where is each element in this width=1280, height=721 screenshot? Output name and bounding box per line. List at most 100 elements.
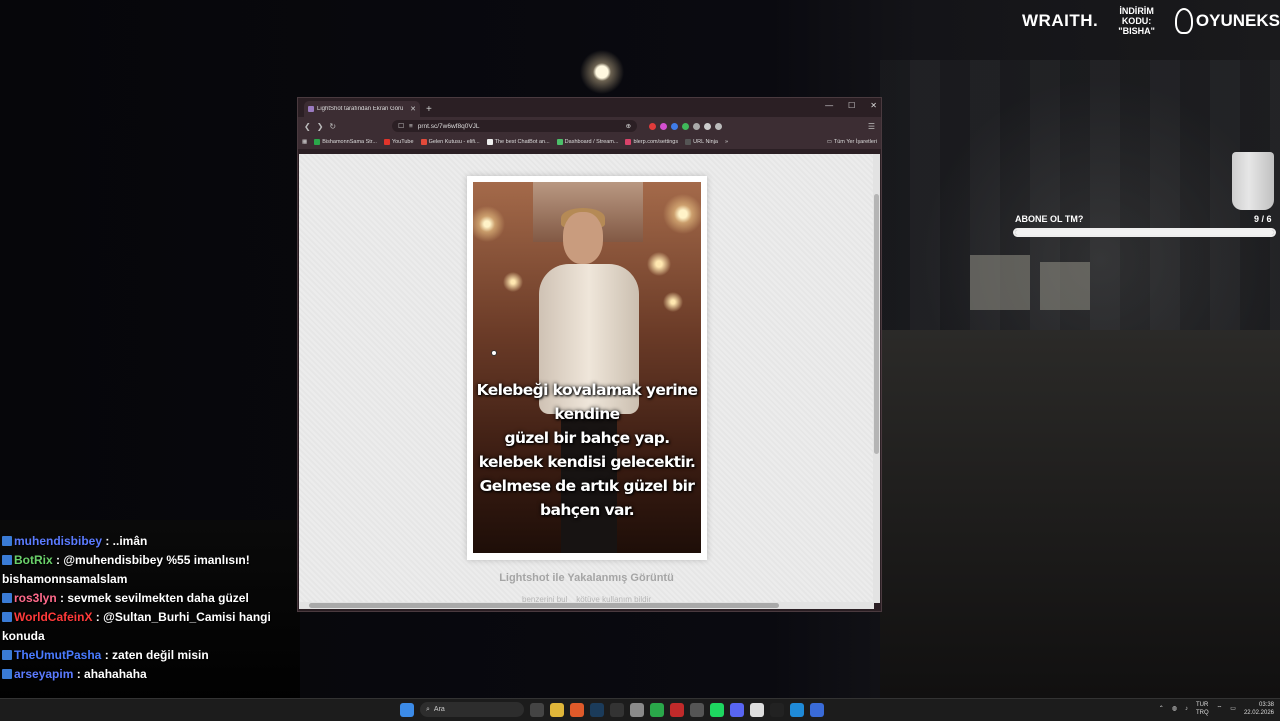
browser-toolbar: ❮ ❯ ↻ ☐ ≡ prnt.sc/7w6wf8q0VJL ⊕ ☰: [298, 117, 881, 135]
reload-icon[interactable]: ↻: [329, 122, 336, 131]
app-icon[interactable]: [670, 702, 684, 717]
lightshot-caption: Lightshot ile Yakalanmış Görüntü: [499, 572, 674, 584]
discord-icon[interactable]: [730, 702, 744, 717]
clock[interactable]: 03:38 22.02.2026: [1244, 701, 1274, 717]
chat-badge-icon: [2, 650, 12, 660]
bookmark-item[interactable]: Dashboard / Stream...: [556, 139, 619, 145]
chat-text: : ahahahaha: [73, 667, 147, 681]
window-controls: — ☐ ✕: [825, 101, 877, 110]
chat-username[interactable]: WorldCafeinX: [14, 610, 92, 624]
spotify-icon[interactable]: [710, 702, 724, 717]
start-icon[interactable]: [400, 702, 414, 717]
bookmark-item[interactable]: YouTube: [383, 139, 414, 145]
zoom-icon[interactable]: ⊕: [626, 122, 631, 130]
sub-goal-fill: [1015, 230, 1274, 235]
scroll-thumb[interactable]: [309, 603, 779, 608]
bookmark-item[interactable]: URL Ninja: [685, 139, 718, 145]
chat-message: muhendisbibey : ..imân: [2, 532, 292, 551]
bookmark-item[interactable]: Gelen Kutusu - elifi...: [420, 139, 480, 145]
app-icon[interactable]: [610, 702, 624, 717]
chat-username[interactable]: arseyapim: [14, 667, 73, 681]
oyuneks-logo-icon: [1174, 8, 1193, 34]
brave-browser-icon[interactable]: [570, 702, 584, 717]
edge-icon[interactable]: [790, 702, 804, 717]
extension-icon[interactable]: [704, 122, 712, 130]
app-icon[interactable]: [810, 702, 824, 717]
forward-icon[interactable]: ❯: [317, 122, 324, 131]
bookmark-label: BishamonnSama Str...: [322, 139, 377, 145]
taskbar-search[interactable]: ⌕ Ara: [420, 702, 524, 717]
extensions: [649, 122, 723, 130]
apps-icon[interactable]: ▦: [302, 139, 307, 145]
bookmark-item[interactable]: BishamonnSama Str...: [314, 139, 377, 145]
address-bar[interactable]: ☐ ≡ prnt.sc/7w6wf8q0VJL ⊕: [392, 120, 638, 132]
folder-label: Tüm Yer İşaretleri: [833, 139, 877, 145]
windows-taskbar: ⌕ Ara ⌃ ◍ ♪ TUR TRQ ⌔ ▭ 03:38 22.02.2026: [0, 698, 1280, 721]
scroll-thumb[interactable]: [874, 194, 879, 454]
file-explorer-icon[interactable]: [550, 702, 564, 717]
chat-badge-icon: [2, 536, 12, 546]
bookmark-favicon-icon: [314, 139, 321, 145]
steam-icon[interactable]: [590, 702, 604, 717]
language-indicator[interactable]: TUR TRQ: [1196, 701, 1209, 717]
obs-icon[interactable]: [630, 702, 644, 717]
chat-badge-icon: [2, 593, 12, 603]
sponsor-brand: WRAITH.: [1022, 11, 1099, 30]
background-building: [880, 60, 1280, 360]
bookmark-item[interactable]: The best ChatBot an...: [486, 139, 550, 145]
bookmark-favicon-icon: [383, 139, 390, 145]
task-view-icon[interactable]: [530, 702, 544, 717]
stream-chat: muhendisbibey : ..imân BotRix : @muhendis…: [2, 532, 292, 684]
chat-username[interactable]: muhendisbibey: [14, 534, 102, 548]
chat-username[interactable]: ros3lyn: [14, 591, 57, 605]
xbox-icon[interactable]: [650, 702, 664, 717]
taskbar-apps: ⌕ Ara: [400, 702, 824, 717]
volume-icon[interactable]: ♪: [1185, 705, 1188, 713]
back-icon[interactable]: ❮: [304, 122, 311, 131]
extension-icon[interactable]: [660, 122, 668, 130]
chat-message: BotRix : @muhendisbibey %55 imanlısın! b…: [2, 551, 292, 589]
screenshot-image[interactable]: Kelebeği kovalamak yerine kendine güzel b…: [473, 182, 701, 553]
notepad-icon[interactable]: [750, 702, 764, 717]
wifi-icon[interactable]: ⌔: [1217, 705, 1223, 713]
extension-icon[interactable]: [649, 122, 657, 130]
keyboard-layout: TRQ: [1195, 710, 1209, 716]
maximize-icon[interactable]: ☐: [848, 101, 855, 110]
chat-badge-icon: [2, 555, 12, 565]
battery-icon[interactable]: ▭: [1230, 705, 1236, 713]
network-icon[interactable]: ◍: [1172, 705, 1177, 713]
bookmark-favicon-icon: [556, 139, 563, 145]
mouse-cursor-icon: [491, 350, 497, 356]
background-window: [970, 255, 1030, 310]
chat-username[interactable]: BotRix: [14, 553, 53, 567]
bookmark-label: URL Ninja: [693, 139, 718, 145]
horizontal-scrollbar[interactable]: [299, 602, 874, 609]
bookmark-item[interactable]: blerp.com/settings: [625, 139, 678, 145]
bookmark-star-icon[interactable]: ☐: [398, 122, 404, 130]
minimize-icon[interactable]: —: [825, 101, 833, 110]
bookmark-label: Dashboard / Stream...: [564, 139, 619, 145]
url-text: prnt.sc/7w6wf8q0VJL: [417, 122, 480, 130]
site-info-icon[interactable]: ≡: [409, 123, 413, 130]
clock-time: 03:38: [1258, 702, 1274, 708]
bookmark-label: Gelen Kutusu - elifi...: [428, 139, 480, 145]
extension-icon[interactable]: [693, 122, 701, 130]
chat-username[interactable]: TheUmutPasha: [14, 648, 101, 662]
new-tab-button[interactable]: +: [426, 104, 432, 115]
vertical-scrollbar[interactable]: [873, 154, 880, 603]
clock-date: 22.02.2026: [1243, 710, 1274, 716]
extension-icon[interactable]: [715, 122, 723, 130]
tab-lightshot[interactable]: LightShot tarafından Ekran Görü ✕: [304, 101, 420, 117]
quote-line: kelebek kendisi gelecektir.: [478, 453, 696, 471]
extension-icon[interactable]: [671, 122, 679, 130]
bookmarks-overflow-icon[interactable]: »: [725, 139, 728, 145]
extension-icon[interactable]: [682, 122, 690, 130]
capcut-icon[interactable]: [770, 702, 784, 717]
all-bookmarks-folder[interactable]: ▭ Tüm Yer İşaretleri: [827, 139, 877, 145]
app-icon[interactable]: [690, 702, 704, 717]
menu-icon[interactable]: ☰: [868, 122, 875, 131]
tray-chevron-icon[interactable]: ⌃: [1159, 705, 1164, 713]
tab-close-icon[interactable]: ✕: [410, 105, 416, 113]
close-window-icon[interactable]: ✕: [870, 101, 877, 110]
oyuneks-logo: OYUNEKS: [1174, 8, 1280, 34]
